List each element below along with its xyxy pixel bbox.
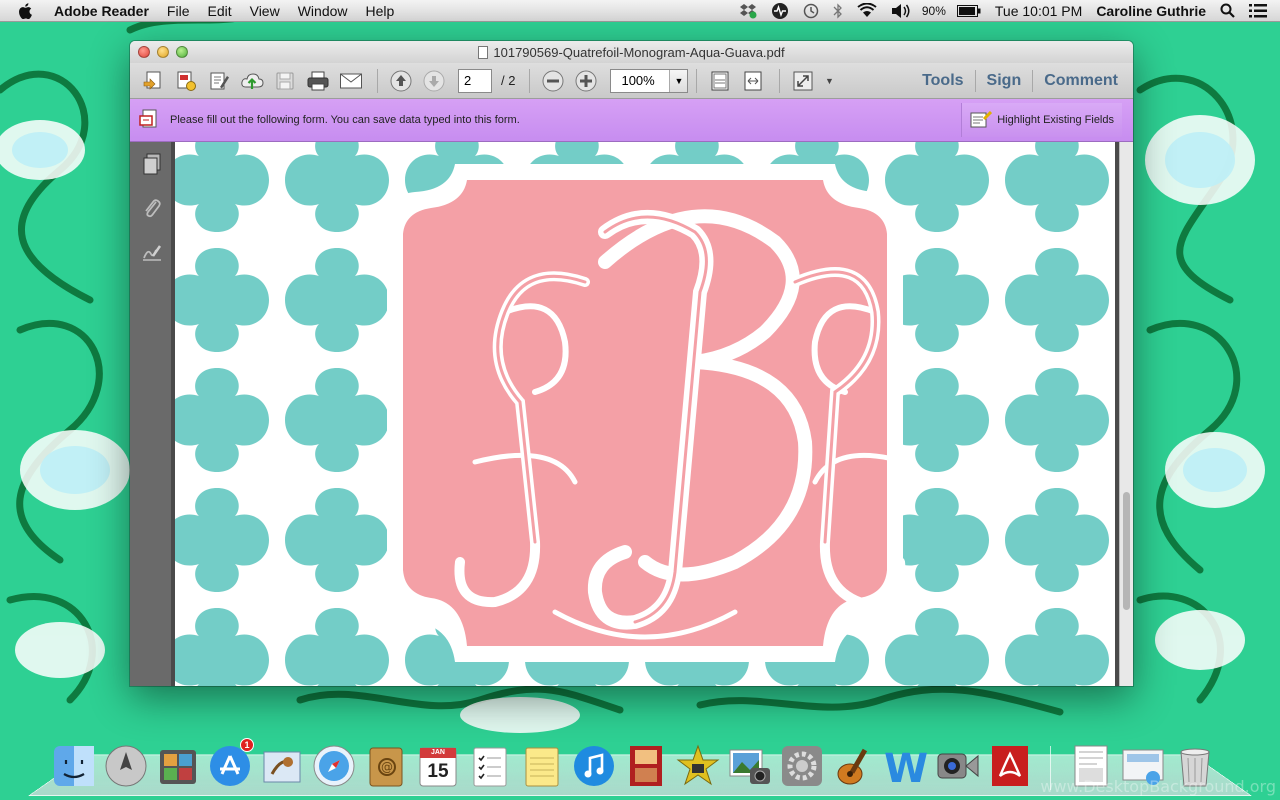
toolbar-divider	[779, 68, 781, 93]
toolbar: 2 / 2 100% ▼ ▼ Tools Sign Comment	[130, 63, 1133, 99]
toolbar-divider	[529, 68, 531, 93]
navigation-pane	[130, 142, 173, 686]
save-button[interactable]	[270, 68, 300, 94]
photo-booth-icon[interactable]	[154, 742, 202, 790]
previous-page-button[interactable]	[386, 68, 416, 94]
zoom-in-button[interactable]	[571, 68, 601, 94]
adobe-reader-window: 101790569-Quatrefoil-Monogram-Aqua-Guava…	[130, 41, 1133, 686]
print-button[interactable]	[303, 68, 333, 94]
window-zoom-button[interactable]	[176, 46, 188, 58]
app-store-badge: 1	[240, 738, 254, 752]
calendar-icon[interactable]: JAN 15	[414, 742, 462, 790]
highlight-fields-icon	[970, 111, 993, 128]
menu-edit[interactable]: Edit	[198, 3, 240, 19]
garageband-icon[interactable]	[830, 742, 878, 790]
fit-width-button[interactable]	[738, 68, 768, 94]
audio-monitor-icon[interactable]	[764, 2, 796, 20]
document-viewport[interactable]	[173, 142, 1133, 686]
window-minimize-button[interactable]	[157, 46, 169, 58]
spotlight-search-icon[interactable]	[1213, 3, 1242, 18]
app-store-icon[interactable]: 1	[206, 738, 254, 790]
mail-icon[interactable]	[258, 742, 306, 790]
user-menu[interactable]: Caroline Guthrie	[1089, 3, 1213, 19]
menu-bar: Adobe Reader File Edit View Window Help …	[0, 0, 1280, 22]
menu-view[interactable]: View	[241, 3, 289, 19]
full-screen-button[interactable]	[788, 68, 818, 94]
notification-center-icon[interactable]	[1242, 3, 1274, 18]
svg-text:@: @	[381, 760, 393, 774]
zoom-select[interactable]: 100% ▼	[610, 68, 689, 93]
app-menu[interactable]: Adobe Reader	[50, 3, 158, 19]
word-icon[interactable]: W	[882, 742, 930, 792]
iphoto-icon[interactable]	[726, 742, 774, 790]
safari-icon[interactable]	[310, 742, 358, 790]
fit-page-button[interactable]	[705, 68, 735, 94]
launchpad-icon[interactable]	[102, 742, 150, 790]
acrobat-icon[interactable]	[986, 742, 1034, 790]
edit-document-button[interactable]	[204, 68, 234, 94]
calendar-month: JAN	[430, 749, 445, 756]
battery-percent: 90%	[921, 3, 946, 18]
upload-cloud-button[interactable]	[237, 68, 267, 94]
email-button[interactable]	[336, 68, 366, 94]
more-tools-chevron-icon[interactable]: ▼	[821, 68, 837, 94]
scrollbar-thumb[interactable]	[1123, 492, 1130, 610]
page-count: / 2	[501, 73, 516, 88]
system-preferences-icon[interactable]	[778, 742, 826, 790]
facetime-icon[interactable]	[934, 742, 982, 790]
time-machine-icon[interactable]	[796, 3, 826, 19]
create-pdf-button[interactable]	[138, 68, 168, 94]
photo-booth-strip-icon[interactable]	[622, 742, 670, 790]
bluetooth-icon[interactable]	[826, 2, 850, 19]
battery-icon[interactable]	[950, 4, 988, 17]
window-title: 101790569-Quatrefoil-Monogram-Aqua-Guava…	[493, 44, 785, 60]
highlight-fields-label: Highlight Existing Fields	[997, 114, 1114, 126]
pdf-page	[175, 142, 1115, 686]
svg-text:W: W	[884, 746, 928, 790]
volume-icon[interactable]	[884, 3, 918, 19]
imovie-icon[interactable]	[674, 742, 722, 790]
menu-help[interactable]: Help	[357, 3, 404, 19]
highlight-fields-button[interactable]: Highlight Existing Fields	[961, 103, 1122, 137]
contacts-icon[interactable]: @	[362, 742, 410, 790]
menu-window[interactable]: Window	[289, 3, 357, 19]
vertical-scrollbar[interactable]	[1119, 142, 1133, 686]
create-pdf-online-button[interactable]	[171, 68, 201, 94]
page-thumbnails-icon[interactable]	[130, 142, 173, 186]
wifi-icon[interactable]	[850, 3, 884, 18]
dropbox-status-icon[interactable]	[732, 3, 764, 19]
notes-icon[interactable]	[518, 742, 566, 790]
window-titlebar[interactable]: 101790569-Quatrefoil-Monogram-Aqua-Guava…	[130, 41, 1133, 63]
toolbar-divider	[377, 68, 378, 93]
itunes-icon[interactable]	[570, 742, 618, 790]
sign-pane-link[interactable]: Sign	[976, 72, 1033, 90]
document-content	[130, 142, 1133, 686]
signatures-icon[interactable]	[130, 230, 173, 274]
calendar-day: 15	[427, 761, 449, 782]
comment-pane-link[interactable]: Comment	[1033, 72, 1133, 90]
attachments-paperclip-icon[interactable]	[130, 186, 173, 230]
chevron-down-icon: ▼	[669, 69, 688, 92]
pdf-file-icon	[478, 45, 489, 59]
page-number-input[interactable]: 2	[458, 68, 492, 93]
zoom-value: 100%	[621, 72, 655, 88]
window-close-button[interactable]	[138, 46, 150, 58]
reminders-icon[interactable]	[466, 742, 514, 790]
form-notification-bar: Please fill out the following form. You …	[130, 99, 1133, 142]
apple-menu-icon[interactable]	[18, 2, 40, 19]
form-icon	[139, 109, 159, 131]
tools-pane-link[interactable]: Tools	[911, 72, 974, 90]
menu-file[interactable]: File	[158, 3, 199, 19]
watermark: www.DesktopBackground.org	[1040, 777, 1276, 796]
next-page-button[interactable]	[419, 68, 449, 94]
zoom-out-button[interactable]	[538, 68, 568, 94]
clock[interactable]: Tue 10:01 PM	[988, 3, 1089, 19]
form-message: Please fill out the following form. You …	[170, 114, 520, 126]
finder-icon[interactable]	[50, 742, 98, 790]
toolbar-divider	[696, 68, 698, 93]
